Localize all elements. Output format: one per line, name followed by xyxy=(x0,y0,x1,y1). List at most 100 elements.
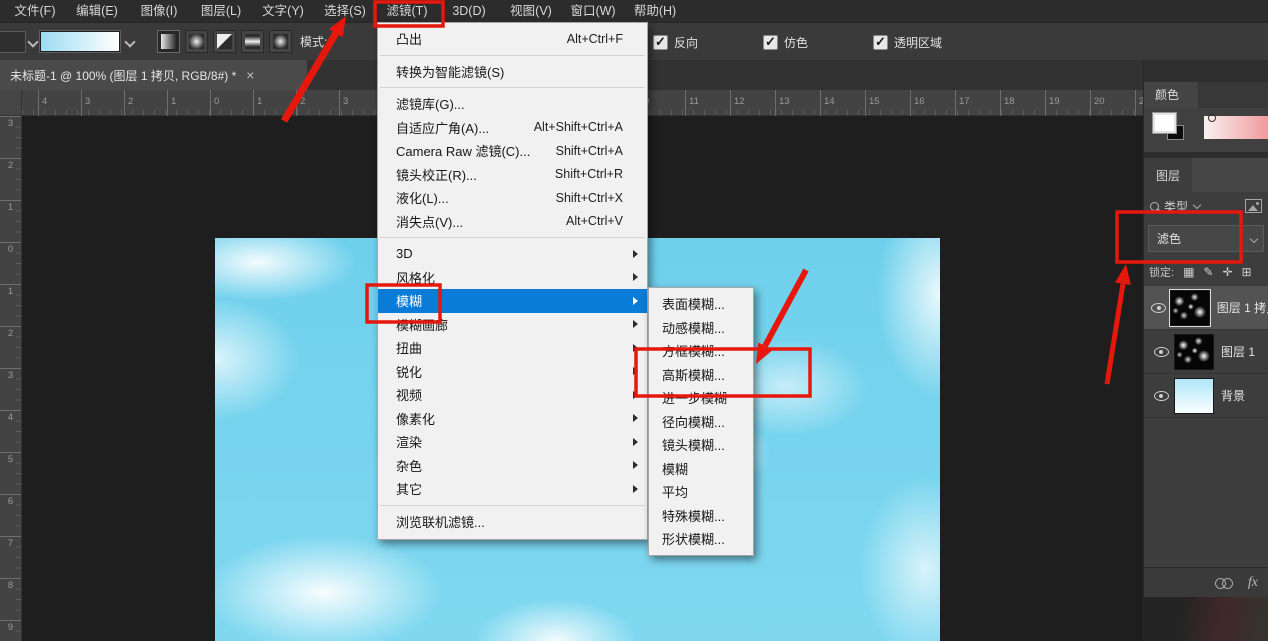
filter-menu-item[interactable]: 其它 xyxy=(378,477,647,501)
tool-preset-picker[interactable] xyxy=(0,31,26,53)
vertical-ruler[interactable]: 3210123456789 xyxy=(0,116,22,641)
blur-submenu-item[interactable]: 镜头模糊... xyxy=(649,433,753,457)
image-filter-icon[interactable] xyxy=(1245,199,1262,213)
blur-submenu-item[interactable]: 形状模糊... xyxy=(649,527,753,551)
blur-submenu-item[interactable]: 平均 xyxy=(649,480,753,504)
filter-menu-item[interactable]: 视频 xyxy=(378,383,647,407)
tab-layers[interactable]: 图层 xyxy=(1144,158,1192,192)
blur-submenu-item[interactable]: 高斯模糊... xyxy=(649,363,753,387)
checkbox-label: 反向 xyxy=(674,34,698,51)
link-layers-icon[interactable] xyxy=(1215,578,1233,588)
filter-menu-item[interactable]: 3D xyxy=(378,242,647,266)
filter-menu-item[interactable]: 滤镜库(G)... xyxy=(378,92,647,116)
filter-menu-item-label: Camera Raw 滤镜(C)... xyxy=(396,141,530,160)
menu-bar-item[interactable]: 图像(I) xyxy=(128,0,190,22)
filter-menu-item-label: 滤镜库(G)... xyxy=(396,94,465,113)
filter-menu-item[interactable]: 凸出 Alt+Ctrl+F xyxy=(378,27,647,51)
filter-menu-item[interactable]: 渲染 xyxy=(378,430,647,454)
mode-label: 模式: xyxy=(300,23,327,61)
filter-menu-item[interactable]: 消失点(V)... Alt+Ctrl+V xyxy=(378,210,647,234)
visibility-toggle[interactable] xyxy=(1148,303,1170,313)
lock-artboard-icon[interactable]: ⊞ xyxy=(1242,265,1252,279)
filter-menu-item[interactable]: 自适应广角(A)... Alt+Shift+Ctrl+A xyxy=(378,116,647,140)
menu-bar-item[interactable]: 帮助(H) xyxy=(624,0,686,22)
filter-menu-item[interactable]: 杂色 xyxy=(378,454,647,478)
menu-bar-item[interactable]: 滤镜(T) xyxy=(376,0,438,22)
blur-submenu-item[interactable]: 模糊 xyxy=(649,457,753,481)
tab-color[interactable]: 颜色 xyxy=(1144,82,1198,108)
horizontal-ruler-numbers-right: 01112131415161718192021 xyxy=(640,90,1180,116)
menu-bar-item[interactable]: 图层(L) xyxy=(190,0,252,22)
lock-transparency-icon[interactable]: ▦ xyxy=(1183,265,1194,279)
filter-menu-item-shortcut: Alt+Ctrl+F xyxy=(567,32,647,46)
lock-pixels-icon[interactable]: ✎ xyxy=(1203,265,1213,279)
menu-bar-item[interactable]: 编辑(E) xyxy=(66,0,128,22)
filter-menu-item[interactable]: 像素化 xyxy=(378,407,647,431)
option-checkbox[interactable]: 透明区域 xyxy=(873,34,942,51)
filter-menu-item[interactable]: 转换为智能滤镜(S) xyxy=(378,60,647,84)
filter-menu-item[interactable]: 浏览联机滤镜... xyxy=(378,510,647,534)
linear-gradient-button[interactable] xyxy=(157,30,180,53)
filter-menu-item-label: 自适应广角(A)... xyxy=(396,118,489,137)
blend-mode-select[interactable]: 滤色 xyxy=(1148,225,1264,252)
filter-menu-item[interactable]: 风格化 xyxy=(378,266,647,290)
blur-submenu-item[interactable]: 径向模糊... xyxy=(649,410,753,434)
ruler-number: 7 xyxy=(0,536,21,578)
color-ramp-marker[interactable] xyxy=(1208,114,1216,122)
layer-row[interactable]: 背景 xyxy=(1144,374,1268,418)
menu-bar-item[interactable]: 文字(Y) xyxy=(252,0,314,22)
blend-mode-chevron-icon xyxy=(1250,236,1258,244)
menu-bar-item[interactable]: 选择(S) xyxy=(314,0,376,22)
filter-menu-item[interactable]: 液化(L)... Shift+Ctrl+X xyxy=(378,186,647,210)
menu-bar-item[interactable]: 视图(V) xyxy=(500,0,562,22)
filter-menu-item-shortcut: Shift+Ctrl+X xyxy=(556,191,647,205)
layer-thumbnail[interactable] xyxy=(1174,334,1214,370)
filter-menu-item[interactable]: 镜头校正(R)... Shift+Ctrl+R xyxy=(378,163,647,187)
blur-submenu-item[interactable]: 动感模糊... xyxy=(649,316,753,340)
layer-filter-type[interactable]: 类型 xyxy=(1164,198,1188,215)
layer-fx-icon[interactable]: fx xyxy=(1248,575,1258,591)
visibility-toggle[interactable] xyxy=(1148,347,1174,357)
checkbox-checked-icon[interactable] xyxy=(763,35,778,50)
layer-row[interactable]: 图层 1 xyxy=(1144,330,1268,374)
close-tab-icon[interactable]: × xyxy=(246,67,254,83)
filter-menu-item-label: 风格化 xyxy=(396,268,435,287)
tool-preset-chevron-icon[interactable] xyxy=(28,38,36,46)
filter-menu-item-shortcut: Shift+Ctrl+A xyxy=(556,144,647,158)
checkbox-checked-icon[interactable] xyxy=(653,35,668,50)
filter-menu-item[interactable]: 锐化 xyxy=(378,360,647,384)
option-checkbox[interactable]: 反向 xyxy=(653,34,698,51)
filter-menu-item[interactable]: 扭曲 xyxy=(378,336,647,360)
filter-menu-item[interactable]: 模糊画廊 xyxy=(378,313,647,337)
gradient-preview[interactable] xyxy=(40,31,120,52)
ruler-number: 3 xyxy=(81,90,124,116)
visibility-toggle[interactable] xyxy=(1148,391,1174,401)
document-tab[interactable]: 未标题-1 @ 100% (图层 1 拷贝, RGB/8#) * × xyxy=(0,60,307,90)
ruler-number: 5 xyxy=(0,452,21,494)
option-checkbox[interactable]: 仿色 xyxy=(763,34,808,51)
filter-menu-item-shortcut: Alt+Shift+Ctrl+A xyxy=(534,120,647,134)
diamond-gradient-button[interactable] xyxy=(269,30,292,53)
filter-menu-item-shortcut: Alt+Ctrl+V xyxy=(566,214,647,228)
lock-position-icon[interactable]: ✛ xyxy=(1222,265,1232,279)
menu-bar-item[interactable]: 3D(D) xyxy=(438,0,500,22)
reflected-gradient-button[interactable] xyxy=(241,30,264,53)
radial-gradient-button[interactable] xyxy=(185,30,208,53)
filter-menu-item[interactable]: 模糊 xyxy=(378,289,647,313)
filter-menu-item[interactable]: Camera Raw 滤镜(C)... Shift+Ctrl+A xyxy=(378,139,647,163)
blur-submenu-item[interactable]: 方框模糊... xyxy=(649,339,753,363)
gradient-picker-chevron-icon[interactable] xyxy=(125,38,133,46)
layer-thumbnail[interactable] xyxy=(1170,290,1210,326)
menu-bar-item[interactable]: 文件(F) xyxy=(4,0,66,22)
blur-submenu-item[interactable]: 进一步模糊 xyxy=(649,386,753,410)
checkbox-label: 透明区域 xyxy=(894,34,942,51)
menu-bar-item[interactable]: 窗口(W) xyxy=(562,0,624,22)
layer-thumbnail[interactable] xyxy=(1174,378,1214,414)
blur-submenu-item[interactable]: 特殊模糊... xyxy=(649,504,753,528)
foreground-color-swatch[interactable] xyxy=(1152,112,1177,134)
checkbox-checked-icon[interactable] xyxy=(873,35,888,50)
angle-gradient-button[interactable] xyxy=(213,30,236,53)
blur-submenu-item[interactable]: 表面模糊... xyxy=(649,292,753,316)
filter-type-chevron-icon[interactable] xyxy=(1193,202,1201,210)
layer-row[interactable]: 图层 1 拷贝 xyxy=(1144,286,1268,330)
